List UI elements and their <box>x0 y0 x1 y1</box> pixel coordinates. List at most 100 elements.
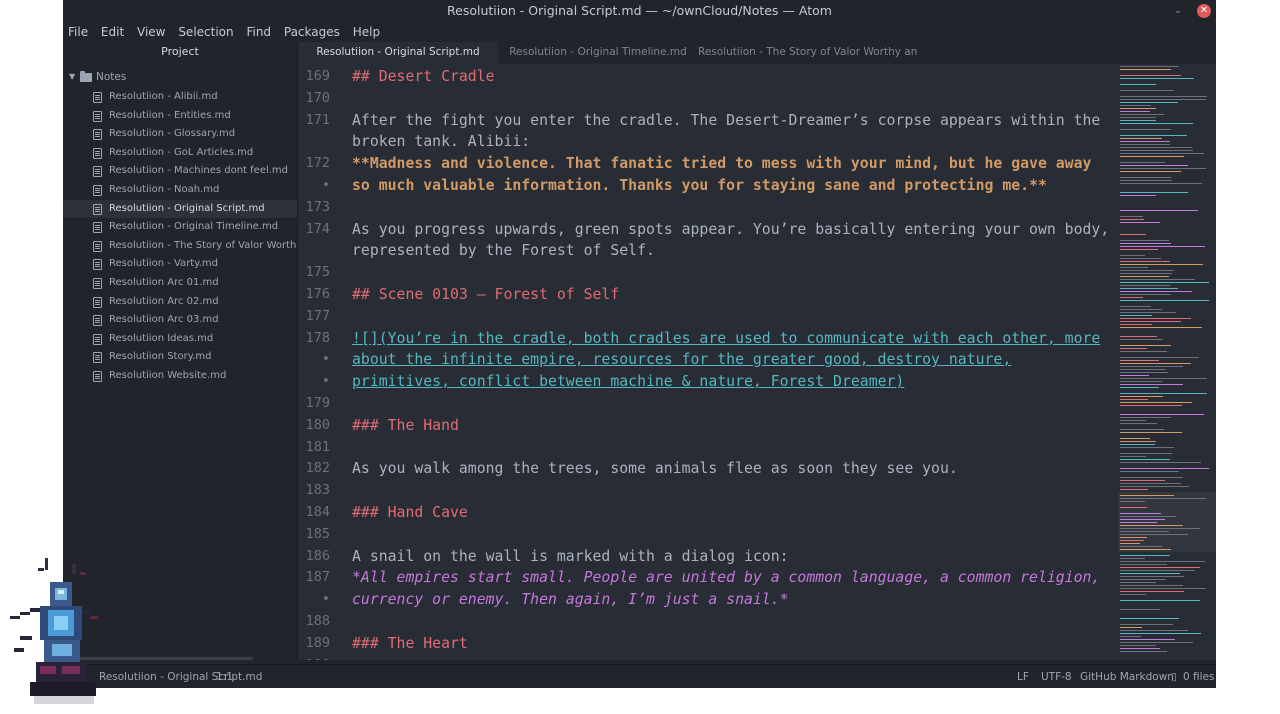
editor-line[interactable]: about the infinite empire, resources for… <box>352 349 1011 371</box>
line-number: 180 <box>305 416 330 433</box>
close-icon[interactable]: ✕ <box>1197 4 1211 18</box>
editor-line[interactable]: ## Scene 0103 – Forest of Self <box>352 284 619 306</box>
file-item[interactable]: Resolutiion - Entities.md <box>63 107 297 126</box>
file-item[interactable]: Resolutiion Website.md <box>63 367 297 386</box>
editor-line[interactable]: represented by the Forest of Self. <box>352 240 655 262</box>
file-icon <box>93 370 102 382</box>
minimap-line <box>1120 282 1209 283</box>
minimap-line <box>1120 573 1180 574</box>
minimap-line <box>1120 600 1200 601</box>
editor-line[interactable]: A snail on the wall is marked with a dia… <box>352 546 789 568</box>
line-number: 179 <box>305 395 330 411</box>
file-item[interactable]: Resolutiion Arc 01.md <box>63 274 297 293</box>
chevron-down-icon[interactable]: ▼ <box>69 66 75 88</box>
file-item[interactable]: Resolutiion - The Story of Valor Worthy … <box>63 237 297 256</box>
minimap-line <box>1120 609 1160 610</box>
minimap[interactable] <box>1114 64 1216 660</box>
editor-line[interactable]: *All empires start small. People are uni… <box>352 567 1100 589</box>
folder-icon <box>80 71 92 82</box>
line-number: • <box>321 177 330 193</box>
tab-story-valor[interactable]: Resolutiion - The Story of Valor Worthy … <box>698 42 918 64</box>
text-editor[interactable]: 169 ## Desert Cradle 170 171 After the fight… <box>298 64 1114 660</box>
menu-view[interactable]: View <box>133 22 169 42</box>
file-item[interactable]: Resolutiion Arc 03.md <box>63 311 297 330</box>
minimap-line <box>1120 150 1193 151</box>
line-number: 181 <box>305 438 330 455</box>
minimap-line <box>1120 324 1152 325</box>
file-item[interactable]: Resolutiion - Alibii.md <box>63 88 297 107</box>
line-number: 190 <box>298 655 330 660</box>
status-grammar[interactable]: GitHub Markdown <box>1080 665 1174 688</box>
minimap-line <box>1120 501 1145 502</box>
minimap-line <box>1120 534 1188 535</box>
line-number: 188 <box>305 613 330 629</box>
editor-line[interactable]: ![](You’re in the cradle, both cradles a… <box>352 328 1100 350</box>
status-files[interactable]: 0 files <box>1183 665 1214 688</box>
minimap-line <box>1120 651 1167 652</box>
status-line-ending[interactable]: LF <box>1017 665 1029 688</box>
minimap-line <box>1120 633 1201 634</box>
minimap-line <box>1120 363 1191 364</box>
minimap-line <box>1120 288 1178 289</box>
minimap-line <box>1120 69 1171 70</box>
editor-line[interactable]: ### The Hand <box>352 415 459 437</box>
editor-line[interactable]: ## Desert Cradle <box>352 66 495 88</box>
minimap-line <box>1120 558 1145 559</box>
menu-help[interactable]: Help <box>349 22 384 42</box>
minimap-line <box>1120 381 1162 382</box>
tab-original-timeline[interactable]: Resolutiion - Original Timeline.md <box>498 42 698 64</box>
editor-line[interactable]: so much valuable information. Thanks you… <box>352 175 1047 197</box>
file-item[interactable]: Resolutiion Story.md <box>63 348 297 367</box>
minimap-line <box>1120 162 1165 163</box>
minimap-line <box>1120 441 1156 442</box>
editor-line[interactable]: ### Hand Cave <box>352 502 468 524</box>
editor-line[interactable]: ### The Heart <box>352 633 468 655</box>
file-item[interactable]: Resolutiion - GoL Articles.md <box>63 144 297 163</box>
file-item[interactable]: Resolutiion - Original Timeline.md <box>63 218 297 237</box>
line-number: 177 <box>305 307 330 324</box>
status-file[interactable]: Resolutiion - Original Script.md <box>99 665 262 688</box>
editor-line[interactable]: currency or enemy. Then again, I’m just … <box>352 589 789 611</box>
menu-find[interactable]: Find <box>242 22 275 42</box>
status-encoding[interactable]: UTF-8 <box>1041 665 1072 688</box>
status-cursor[interactable]: 1:1 <box>216 665 233 688</box>
file-item[interactable]: Resolutiion - Original Script.md <box>63 199 297 219</box>
editor-line[interactable]: primitives, conflict between machine & n… <box>352 371 904 393</box>
menu-file[interactable]: File <box>64 22 92 42</box>
file-label: Resolutiion - Noah.md <box>109 183 220 195</box>
project-header: Project <box>161 45 199 58</box>
file-item[interactable]: Resolutiion - Varty.md <box>63 255 297 274</box>
tab-original-script[interactable]: Resolutiion - Original Script.md <box>298 42 498 64</box>
file-item[interactable]: Resolutiion Arc 02.md <box>63 293 297 312</box>
minimap-line <box>1120 219 1144 220</box>
minimap-line <box>1120 141 1170 142</box>
file-item[interactable]: Resolutiion Ideas.md <box>63 330 297 349</box>
editor-line[interactable]: As you progress upwards, green spots app… <box>352 219 1109 241</box>
line-number: 170 <box>305 89 330 106</box>
minimap-line <box>1120 105 1151 106</box>
minimap-line <box>1120 429 1164 430</box>
editor-line[interactable]: After the fight you enter the cradle. Th… <box>352 110 1100 132</box>
editor-line[interactable]: As you walk among the trees, some animal… <box>352 458 958 480</box>
minimap-line <box>1120 153 1204 154</box>
folder-notes[interactable]: ▼ Notes <box>63 66 297 88</box>
menu-edit[interactable]: Edit <box>97 22 128 42</box>
minimize-icon[interactable]: ⌄ <box>1171 4 1185 18</box>
minimap-line <box>1120 420 1146 421</box>
minimap-line <box>1120 456 1146 457</box>
menu-selection[interactable]: Selection <box>174 22 237 42</box>
file-item[interactable]: Resolutiion - Glossary.md <box>63 125 297 144</box>
file-item[interactable]: Resolutiion - Machines dont feel.md <box>63 162 297 181</box>
minimap-line <box>1120 246 1205 247</box>
minimap-line <box>1120 138 1162 139</box>
editor-line[interactable]: broken tank. Alibii: <box>352 131 530 153</box>
minimap-line <box>1120 321 1181 322</box>
file-item[interactable]: Resolutiion - Noah.md <box>63 181 297 200</box>
minimap-line <box>1120 378 1207 379</box>
minimap-line <box>1120 147 1192 148</box>
minimap-line <box>1120 90 1174 91</box>
menu-packages[interactable]: Packages <box>280 22 344 42</box>
minimap-line <box>1120 114 1164 115</box>
minimap-line <box>1120 432 1182 433</box>
editor-line[interactable]: **Madness and violence. That fanatic tri… <box>352 153 1091 175</box>
